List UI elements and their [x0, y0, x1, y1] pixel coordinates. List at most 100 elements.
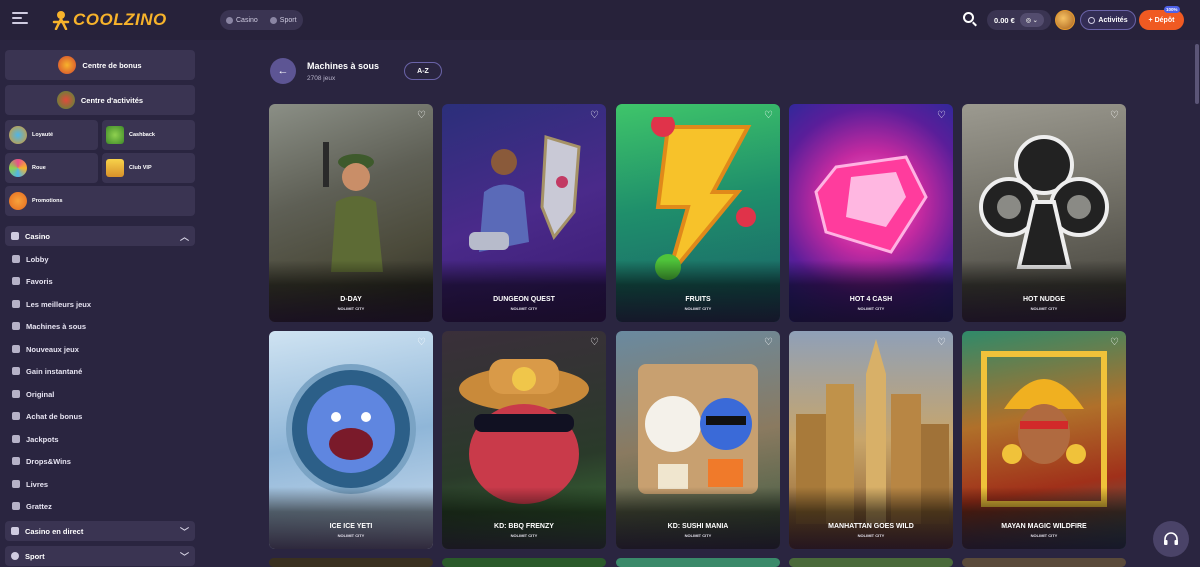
game-tile[interactable]: ♡ HOT 4 CASH NOLIMIT CITY [789, 104, 953, 322]
logo[interactable]: COOLZINO [52, 10, 167, 31]
sidebar-item-original[interactable]: Original [12, 387, 54, 401]
tile-gradient [789, 260, 953, 322]
sidebar-item-scratch[interactable]: Grattez [12, 499, 52, 513]
back-arrow-icon[interactable]: ← [270, 58, 296, 84]
sidebar-item-favorites[interactable]: Favoris [12, 274, 53, 288]
game-tile[interactable] [269, 558, 433, 567]
live-casino-section-toggle[interactable]: Casino en direct ﹀ [5, 521, 195, 541]
game-name: MAYAN MAGIC WILDFIRE [1001, 523, 1087, 530]
menu-icon[interactable] [12, 12, 28, 26]
logo-text: COOLZINO [73, 10, 167, 29]
headset-icon [1164, 532, 1178, 545]
sport-icon [11, 552, 19, 560]
game-count: 2708 jeux [307, 75, 336, 82]
heart-icon[interactable]: ♡ [417, 110, 426, 121]
vip-club-tile[interactable]: Club VIP [102, 153, 195, 183]
casino-icon [11, 232, 19, 240]
tab-sport[interactable]: Sport [268, 16, 299, 24]
balance-selector[interactable]: 0.00 € ◎ ⌄ [987, 10, 1051, 30]
game-provider: NOLIMIT CITY [510, 533, 538, 538]
tile-gradient [616, 260, 780, 322]
sidebar-item-lobby[interactable]: Lobby [12, 252, 49, 266]
chevron-down-icon: ﹀ [179, 526, 189, 537]
activity-centre-button[interactable]: Centre d'activités [5, 85, 195, 115]
deposit-button[interactable]: + Dépôt [1139, 10, 1184, 30]
heart-icon[interactable]: ♡ [417, 337, 426, 348]
game-provider: NOLIMIT CITY [510, 306, 538, 311]
promotions-tile[interactable]: Promotions [5, 186, 195, 216]
shield-icon [9, 126, 27, 144]
sidebar-item-jackpots[interactable]: Jackpots [12, 432, 59, 446]
loyalty-tile[interactable]: Loyauté [5, 120, 98, 150]
game-name: MANHATTAN GOES WILD [828, 523, 914, 530]
heart-icon[interactable]: ♡ [1110, 337, 1119, 348]
heart-icon[interactable]: ♡ [764, 110, 773, 121]
heart-icon[interactable]: ♡ [937, 337, 946, 348]
deposit-badge: 100% [1164, 6, 1180, 13]
activity-button[interactable]: Activités [1080, 10, 1136, 30]
casino-icon [226, 16, 233, 24]
sidebar-item-drops-wins[interactable]: Drops&Wins [12, 454, 71, 468]
tab-casino[interactable]: Casino [224, 16, 260, 24]
game-tile[interactable] [442, 558, 606, 567]
tab-casino-label: Casino [236, 16, 258, 24]
game-tile[interactable]: ♡ D-DAY NOLIMIT CITY [269, 104, 433, 322]
sidebar-item-label: Lobby [26, 254, 49, 264]
sidebar-item-bonus-buy[interactable]: Achat de bonus [12, 409, 82, 423]
game-tile[interactable]: ♡ KD: SUSHI MANIA NOLIMIT CITY [616, 331, 780, 549]
sport-section-label: Sport [25, 551, 45, 561]
sidebar-item-books[interactable]: Livres [12, 477, 48, 491]
sort-button[interactable]: A-Z [404, 62, 442, 80]
game-tile[interactable] [616, 558, 780, 567]
activity-centre-label: Centre d'activités [80, 95, 144, 105]
heart-icon[interactable]: ♡ [590, 337, 599, 348]
scroll-thumb[interactable] [1195, 44, 1199, 104]
lobby-icon [12, 255, 20, 263]
sidebar-item-label: Achat de bonus [26, 411, 83, 421]
game-tile[interactable]: ♡ DUNGEON QUEST NOLIMIT CITY [442, 104, 606, 322]
game-tile[interactable]: ♡ MAYAN MAGIC WILDFIRE NOLIMIT CITY [962, 331, 1126, 549]
soldier-icon [323, 142, 383, 273]
game-tile[interactable] [789, 558, 953, 567]
club-suit-icon [979, 135, 1109, 270]
balance-value: 0.00 € [994, 15, 1015, 25]
activity-icon [1088, 16, 1096, 24]
heart-icon[interactable]: ♡ [937, 110, 946, 121]
avatar[interactable] [1055, 10, 1075, 30]
game-tile[interactable]: ♡ FRUITS NOLIMIT CITY [616, 104, 780, 322]
sport-section-toggle[interactable]: Sport ﹀ [5, 546, 195, 566]
tile-gradient [442, 260, 606, 322]
scratch-icon [12, 502, 20, 510]
game-name: D-DAY [340, 296, 362, 303]
sidebar-item-top-games[interactable]: Les meilleurs jeux [12, 297, 91, 311]
scrollbar[interactable] [1194, 40, 1200, 567]
sidebar-item-label: Livres [26, 479, 49, 489]
sidebar-item-slots[interactable]: Machines à sous [12, 319, 86, 333]
mayan-queen-icon [981, 351, 1107, 508]
game-name: KD: BBQ FRENZY [494, 523, 554, 530]
heart-icon[interactable]: ♡ [764, 337, 773, 348]
game-tile[interactable]: ♡ HOT NUDGE NOLIMIT CITY [962, 104, 1126, 322]
bonus-centre-label: Centre de bonus [82, 60, 142, 70]
game-tile[interactable]: ♡ KD: BBQ FRENZY NOLIMIT CITY [442, 331, 606, 549]
sidebar-item-label: Jackpots [26, 434, 59, 444]
game-name: HOT NUDGE [1023, 296, 1065, 303]
search-icon[interactable] [963, 12, 977, 27]
heart-icon[interactable]: ♡ [1110, 110, 1119, 121]
casino-section-toggle[interactable]: Casino ︿ [5, 226, 195, 246]
lightning-icon [12, 367, 20, 375]
wheel-tile[interactable]: Roue [5, 153, 98, 183]
sidebar-item-instant-win[interactable]: Gain instantané [12, 364, 82, 378]
game-tile[interactable] [962, 558, 1126, 567]
cashback-tile[interactable]: Cashback [102, 120, 195, 150]
heart-icon[interactable]: ♡ [590, 110, 599, 121]
sidebar-item-new-games[interactable]: Nouveaux jeux [12, 342, 79, 356]
sushi-icon [638, 364, 758, 495]
game-tile[interactable]: ♡ MANHATTAN GOES WILD NOLIMIT CITY [789, 331, 953, 549]
bonus-centre-button[interactable]: Centre de bonus [5, 50, 195, 80]
support-chat-button[interactable] [1153, 521, 1189, 557]
cashback-icon [106, 126, 124, 144]
game-provider: NOLIMIT CITY [1030, 533, 1058, 538]
game-tile[interactable]: ♡ ICE ICE YETI NOLIMIT CITY [269, 331, 433, 549]
sidebar-item-label: Grattez [26, 501, 52, 511]
